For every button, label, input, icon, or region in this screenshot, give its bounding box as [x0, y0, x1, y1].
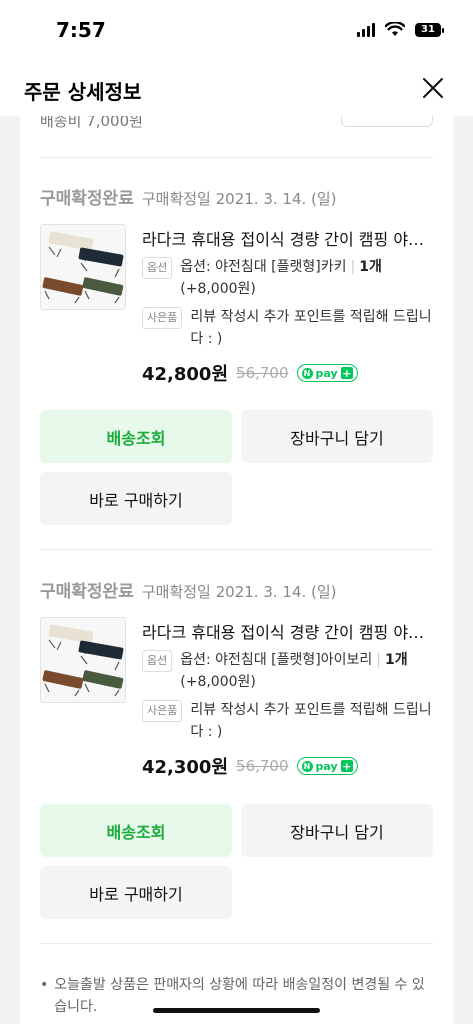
divider [40, 157, 433, 158]
option-price: (+8,000원) [180, 674, 256, 690]
camping-cot-image [41, 225, 125, 309]
divider [40, 943, 433, 944]
price: 42,800원 [142, 364, 229, 385]
quantity: 1개 [359, 259, 382, 275]
option-row: 옵션 옵션: 야전침대 [플랫형]아이보리 | 1개 (+8,000원) [142, 649, 434, 693]
separator: | [376, 652, 381, 668]
option-text: 옵션: 야전침대 [플랫형]아이보리 | 1개 (+8,000원) [180, 649, 434, 693]
gift-text: 리뷰 작성시 추가 포인트를 적립해 드립니다 : ) [190, 309, 432, 347]
npay-label: pay [315, 366, 338, 380]
gift-row: 사은품 리뷰 작성시 추가 포인트를 적립해 드립니다 : ) [142, 306, 434, 350]
npay-n-icon: N [301, 367, 313, 379]
product-thumbnail[interactable] [40, 617, 126, 703]
partial-button[interactable] [341, 116, 433, 127]
option-chip: 옵션 [142, 257, 173, 279]
status-icons: 31 [357, 22, 444, 37]
confirm-date: 구매확정일 2021. 3. 14. (일) [141, 190, 337, 208]
order-status: 구매확정완료 [40, 582, 134, 602]
option-chip: 옵션 [142, 650, 173, 672]
divider [40, 549, 433, 550]
price-row: 42,300원 56,700 N pay + [142, 753, 434, 779]
add-to-cart-button[interactable]: 장바구니 담기 [241, 410, 433, 463]
npay-label: pay [315, 759, 338, 773]
home-indicator [153, 1008, 320, 1013]
bullet: • [40, 977, 49, 993]
gift-chip: 사은품 [142, 307, 183, 329]
cellular-signal-icon [357, 22, 375, 37]
option-value: 옵션: 야전침대 [플랫형]아이보리 [180, 652, 373, 668]
option-row: 옵션 옵션: 야전침대 [플랫형]카키 | 1개 (+8,000원) [142, 256, 434, 300]
page-title: 주문 상세정보 [24, 80, 142, 104]
separator: | [350, 259, 356, 275]
wifi-icon [385, 22, 405, 36]
npay-badge: N pay + [296, 757, 358, 775]
price-row: 42,800원 56,700 N pay + [142, 360, 434, 386]
order-card: 배송비 7,000원 구매확정완료 구매확정일 2021. 3. 14. (일)… [20, 116, 453, 1024]
battery-icon: 31 [415, 22, 444, 37]
plus-icon: + [340, 366, 353, 380]
buy-now-button[interactable]: 바로 구매하기 [40, 472, 232, 525]
option-text: 옵션: 야전침대 [플랫형]카키 | 1개 (+8,000원) [180, 256, 434, 300]
order-item: 구매확정완료 구매확정일 2021. 3. 14. (일) 라다크 휴대용 접이… [40, 184, 434, 385]
camping-cot-image [41, 618, 125, 702]
order-status: 구매확정완료 [40, 189, 134, 209]
close-icon[interactable] [421, 76, 445, 100]
buy-now-button[interactable]: 바로 구매하기 [40, 866, 232, 919]
original-price: 56,700 [236, 364, 289, 382]
track-delivery-button[interactable]: 배송조회 [40, 410, 232, 463]
order-item: 구매확정완료 구매확정일 2021. 3. 14. (일) 라다크 휴대용 접이… [40, 577, 434, 778]
status-bar: 7:57 31 [0, 0, 473, 62]
original-price: 56,700 [236, 757, 289, 775]
gift-text: 리뷰 작성시 추가 포인트를 적립해 드립니다 : ) [190, 702, 432, 740]
product-thumbnail[interactable] [40, 224, 126, 310]
gift-chip: 사은품 [142, 700, 183, 722]
price: 42,300원 [142, 757, 229, 778]
page-header: 주문 상세정보 [0, 62, 473, 116]
plus-icon: + [340, 759, 353, 773]
quantity: 1개 [384, 652, 408, 668]
npay-n-icon: N [301, 760, 313, 772]
product-name[interactable]: 라다크 휴대용 접이식 경량 간이 캠핑 야전침대 [142, 226, 434, 250]
product-name[interactable]: 라다크 휴대용 접이식 경량 간이 캠핑 야전침대 [142, 619, 434, 643]
add-to-cart-button[interactable]: 장바구니 담기 [241, 804, 433, 857]
gift-row: 사은품 리뷰 작성시 추가 포인트를 적립해 드립니다 : ) [142, 699, 434, 743]
track-delivery-button[interactable]: 배송조회 [40, 804, 232, 857]
status-time: 7:57 [56, 18, 106, 42]
shipping-fee-text: 배송비 7,000원 [40, 116, 143, 130]
npay-badge: N pay + [296, 364, 358, 382]
option-value: 옵션: 야전침대 [플랫형]카키 [180, 259, 347, 275]
confirm-date: 구매확정일 2021. 3. 14. (일) [141, 583, 337, 601]
option-price: (+8,000원) [180, 281, 256, 297]
